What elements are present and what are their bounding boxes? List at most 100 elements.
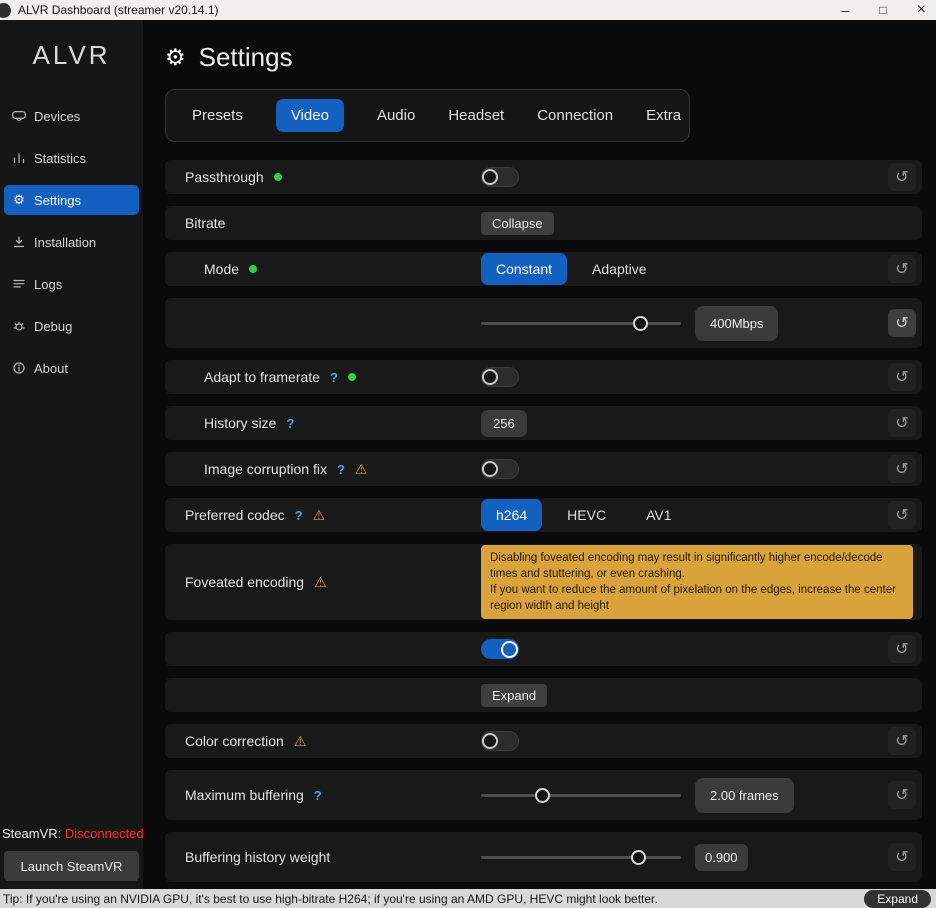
slider-track[interactable] [481,322,681,325]
info-icon [12,362,26,374]
reset-button[interactable]: ↺ [888,501,916,529]
setting-row-foveated-expand: Expand [165,678,922,712]
slider-knob[interactable] [631,850,646,865]
help-icon[interactable]: ? [337,462,345,477]
bug-icon [12,320,26,332]
bitrate-slider[interactable] [481,315,681,331]
setting-label: Preferred codec [185,507,285,523]
alvr-logo: ALVR [0,40,143,71]
settings-gear-icon: ⚙ [165,44,186,71]
tab-headset[interactable]: Headset [448,107,504,124]
close-button[interactable]: × [917,3,926,17]
tab-presets[interactable]: Presets [192,107,243,124]
sidebar-item-label: Logs [34,277,62,292]
help-icon[interactable]: ? [286,416,294,431]
maximize-button[interactable]: □ [879,3,886,17]
image-corruption-fix-toggle[interactable] [481,459,519,479]
foveated-warning-text: Disabling foveated encoding may result i… [481,545,913,619]
slider-knob[interactable] [633,316,648,331]
reset-button[interactable]: ↺ [888,843,916,871]
reset-button[interactable]: ↺ [888,163,916,191]
modified-indicator [249,265,257,273]
tab-video[interactable]: Video [276,99,344,132]
launch-steamvr-button[interactable]: Launch SteamVR [4,851,139,881]
reset-button[interactable]: ↺ [888,455,916,483]
passthrough-toggle[interactable] [481,167,519,187]
toggle-knob[interactable] [482,461,498,477]
toggle-knob[interactable] [501,641,518,658]
sidebar-item-label: Settings [34,193,81,208]
history-size-value[interactable]: 256 [481,410,527,437]
sidebar-item-about[interactable]: About [4,353,139,383]
tab-connection[interactable]: Connection [537,107,613,124]
slider-knob[interactable] [535,788,550,803]
setting-row-bitrate-value: 400Mbps ↺ [165,298,922,348]
adapt-to-framerate-toggle[interactable] [481,367,519,387]
footer-expand-button[interactable]: Expand [864,890,931,908]
settings-tabbar: Presets Video Audio Headset Connection E… [165,89,690,142]
modified-indicator [348,373,356,381]
gpu-tip-text: Tip: If you're using an NVIDIA GPU, it's… [3,892,658,906]
bitrate-value[interactable]: 400Mbps [695,306,778,341]
warning-icon: ⚠ [355,461,368,478]
tab-extra[interactable]: Extra [646,107,681,124]
reset-button[interactable]: ↺ [888,409,916,437]
mode-option-adaptive[interactable]: Adaptive [577,253,661,285]
setting-row-preferred-codec: Preferred codec ? ⚠ h264 HEVC AV1 ↺ [165,498,922,532]
setting-label: Mode [204,261,239,277]
reset-button[interactable]: ↺ [888,727,916,755]
steamvr-status-value: Disconnected [65,826,144,841]
buffering-history-weight-slider[interactable] [481,849,681,865]
reset-button[interactable]: ↺ [888,255,916,283]
mode-segmented-control: Constant Adaptive [481,253,662,285]
toggle-knob[interactable] [482,169,498,185]
reset-button[interactable]: ↺ [888,781,916,809]
codec-option-h264[interactable]: h264 [481,499,542,531]
setting-row-buffering-history-weight: Buffering history weight 0.900 ↺ [165,832,922,882]
warning-icon: ⚠ [294,733,307,750]
foveated-encoding-toggle[interactable] [481,639,519,659]
sidebar-item-label: Installation [34,235,96,250]
codec-option-av1[interactable]: AV1 [631,499,686,531]
sidebar-item-devices[interactable]: Devices [4,101,139,131]
minimize-button[interactable]: – [842,3,850,17]
download-icon [12,236,26,248]
reset-button[interactable]: ↺ [888,363,916,391]
sidebar-item-statistics[interactable]: Statistics [4,143,139,173]
statusbar: Tip: If you're using an NVIDIA GPU, it's… [0,889,936,908]
toggle-knob[interactable] [482,733,498,749]
sidebar-item-label: Debug [34,319,72,334]
tab-audio[interactable]: Audio [377,107,415,124]
window-controls: – □ × [842,3,926,17]
settings-page: ⚙ Settings Presets Video Audio Headset C… [143,20,936,889]
sidebar-item-logs[interactable]: Logs [4,269,139,299]
reset-button[interactable]: ↺ [888,309,916,337]
list-icon [12,278,26,290]
slider-track[interactable] [481,856,681,859]
sidebar-item-label: About [34,361,68,376]
sidebar-item-settings[interactable]: ⚙ Settings [4,185,139,215]
setting-label: Adapt to framerate [204,369,320,385]
toggle-knob[interactable] [482,369,498,385]
sidebar-item-installation[interactable]: Installation [4,227,139,257]
setting-row-image-corruption-fix: Image corruption fix ? ⚠ ↺ [165,452,922,486]
foveated-expand-button[interactable]: Expand [481,684,547,707]
help-icon[interactable]: ? [330,370,338,385]
titlebar: ALVR Dashboard (streamer v20.14.1) – □ × [0,0,936,20]
sidebar-item-debug[interactable]: Debug [4,311,139,341]
setting-label: Maximum buffering [185,787,304,803]
app-icon [0,3,11,18]
codec-option-hevc[interactable]: HEVC [552,499,621,531]
reset-button[interactable]: ↺ [888,635,916,663]
gear-icon: ⚙ [12,192,26,208]
slider-track[interactable] [481,794,681,797]
bitrate-collapse-button[interactable]: Collapse [481,212,554,235]
buffering-history-weight-value[interactable]: 0.900 [695,844,748,871]
maximum-buffering-value[interactable]: 2.00 frames [695,778,794,813]
help-icon[interactable]: ? [295,508,303,523]
warning-icon: ⚠ [314,574,327,591]
help-icon[interactable]: ? [314,788,322,803]
mode-option-constant[interactable]: Constant [481,253,567,285]
maximum-buffering-slider[interactable] [481,787,681,803]
color-correction-toggle[interactable] [481,731,519,751]
